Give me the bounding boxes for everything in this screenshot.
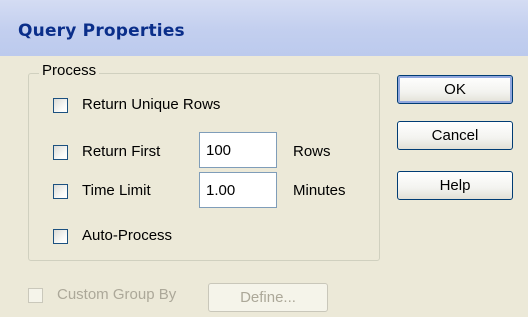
time-limit-checkbox[interactable] [53, 184, 68, 199]
define-button[interactable]: Define... [208, 283, 328, 312]
time-limit-unit-label: Minutes [293, 182, 346, 199]
time-limit-label[interactable]: Time Limit [82, 182, 151, 199]
help-button[interactable]: Help [397, 171, 513, 200]
custom-group-by-label[interactable]: Custom Group By [57, 286, 176, 303]
time-limit-input[interactable] [199, 172, 277, 208]
return-first-unit-label: Rows [293, 143, 331, 160]
process-group-label: Process [39, 62, 100, 79]
auto-process-label[interactable]: Auto-Process [82, 227, 172, 244]
ok-button[interactable]: OK [397, 75, 513, 104]
auto-process-checkbox[interactable] [53, 229, 68, 244]
return-first-label[interactable]: Return First [82, 143, 160, 160]
return-first-input[interactable] [199, 132, 277, 168]
custom-group-by-checkbox[interactable] [28, 288, 43, 303]
return-unique-rows-label[interactable]: Return Unique Rows [82, 96, 220, 113]
cancel-button[interactable]: Cancel [397, 121, 513, 150]
return-unique-rows-checkbox[interactable] [53, 98, 68, 113]
return-first-checkbox[interactable] [53, 145, 68, 160]
dialog-title: Query Properties [18, 21, 185, 41]
